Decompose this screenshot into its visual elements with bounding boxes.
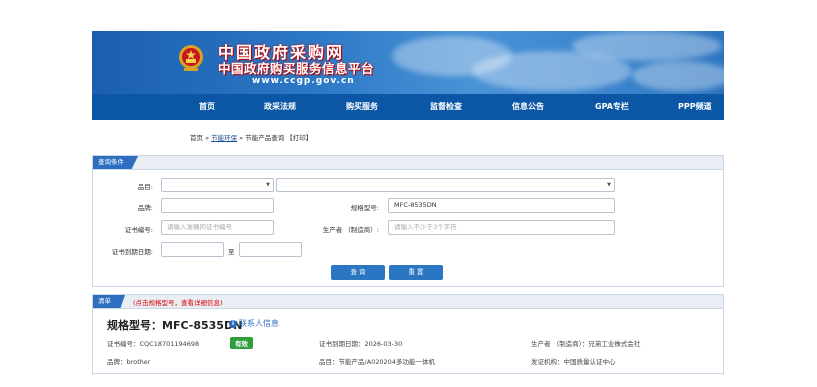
search-button[interactable]: 查 询 (331, 265, 385, 280)
expiry-to-label: 至 (228, 248, 235, 256)
contact-info-link[interactable]: i 联系人信息 (229, 318, 279, 329)
nav-item-home[interactable]: 首页 (199, 101, 215, 112)
site-banner: 中国政府采购网 中国政府购买服务信息平台 www.ccgp.gov.cn (92, 31, 724, 94)
national-emblem-icon (179, 45, 203, 71)
result-hint: (点击规格型号，查看详细信息) (133, 299, 223, 307)
result-expiry: 证书到期日期：2026-03-30 (319, 340, 403, 348)
print-link[interactable]: 【打印】 (286, 134, 312, 142)
chevron-down-icon: ▼ (266, 182, 270, 188)
expiry-from-input[interactable] (161, 242, 224, 257)
breadcrumb-current: 节能产品查询 (245, 134, 285, 142)
breadcrumb-home[interactable]: 首页 (190, 134, 203, 142)
model-label: 规格型号: (350, 204, 379, 212)
nav-item-announcements[interactable]: 信息公告 (512, 101, 544, 112)
breadcrumb: 首页 » 节能环保 » 节能产品查询 【打印】 (190, 132, 312, 142)
site-subtitle: 中国政府购买服务信息平台 (218, 61, 375, 76)
cert-input[interactable]: 请输入准确的证书编号 (161, 220, 274, 235)
result-panel-header: 清单 (点击规格型号，查看详细信息) (93, 295, 723, 309)
maker-input[interactable]: 请输入不少于3个字符 (388, 220, 615, 235)
site-url: www.ccgp.gov.cn (252, 76, 355, 86)
subcategory-select[interactable]: ▼ (276, 178, 615, 192)
expiry-to-input[interactable] (239, 242, 302, 257)
query-panel-title: 查询条件 (93, 156, 138, 169)
chevron-down-icon: ▼ (607, 182, 611, 188)
query-panel: 查询条件 品目: ▼ ▼ 品牌: 规格型号: MFC-8535DN 证书编号: … (92, 155, 724, 287)
query-panel-header: 查询条件 (93, 156, 723, 170)
nav-item-gpa[interactable]: GPA专栏 (595, 101, 629, 112)
status-badge: 有效 (230, 337, 253, 349)
model-input[interactable]: MFC-8535DN (388, 198, 615, 213)
result-maker: 生产者 （制造商）：兄弟工业株式会社 (531, 340, 641, 348)
result-cert-no: 证书编号：CQC18701194698 (107, 340, 200, 348)
result-model-link[interactable]: 规格型号：MFC-8535DN (107, 317, 242, 333)
brand-label: 品牌: (137, 204, 153, 212)
brand-input[interactable] (161, 198, 274, 213)
reset-button[interactable]: 重 置 (389, 265, 443, 280)
result-issuer: 发证机构：中国质量认证中心 (531, 358, 616, 366)
category-select[interactable]: ▼ (161, 178, 274, 192)
maker-label: 生产者 （制造商）: (322, 226, 379, 234)
expiry-label: 证书到期日期: (111, 248, 153, 256)
result-brand: 品牌：brother (107, 358, 151, 366)
nav-item-ppp[interactable]: PPP频道 (678, 101, 712, 112)
nav-item-supervision[interactable]: 监督检查 (430, 101, 462, 112)
breadcrumb-separator: » (237, 134, 246, 142)
nav-item-regulations[interactable]: 政采法规 (264, 101, 296, 112)
result-panel: 清单 (点击规格型号，查看详细信息) 规格型号：MFC-8535DN i 联系人信… (92, 294, 724, 374)
nav-item-services[interactable]: 购买服务 (346, 101, 378, 112)
cert-label: 证书编号: (124, 226, 153, 234)
result-panel-title: 清单 (93, 295, 125, 308)
category-label: 品目: (137, 183, 153, 191)
info-icon: i (229, 319, 237, 328)
breadcrumb-separator: » (203, 134, 212, 142)
result-category: 品目：节能产品/A020204多功能一体机 (319, 358, 435, 366)
breadcrumb-energy[interactable]: 节能环保 (211, 134, 237, 142)
contact-info-label: 联系人信息 (239, 319, 279, 328)
main-nav: 首页 政采法规 购买服务 监督检查 信息公告 GPA专栏 PPP频道 (92, 94, 724, 120)
